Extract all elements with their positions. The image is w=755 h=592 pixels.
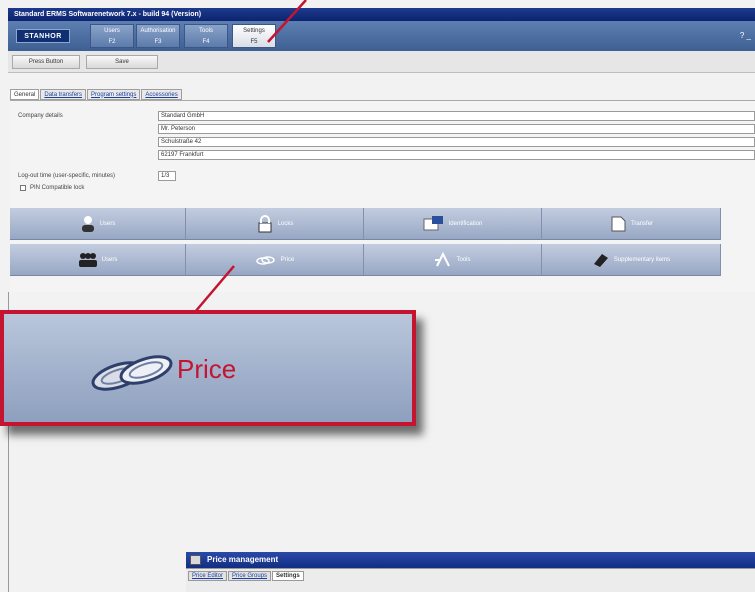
transfer-button[interactable]: Transfer xyxy=(542,208,721,240)
pin-lock-checkbox[interactable] xyxy=(20,185,26,191)
tab-price-groups[interactable]: Price Groups xyxy=(228,571,272,581)
price-management-title: Price management xyxy=(207,555,279,564)
subtab-program-settings[interactable]: Program settings xyxy=(87,89,141,100)
toolbar: Press Button Save xyxy=(8,51,755,73)
tools-button-label: Tools xyxy=(456,256,471,263)
app-header: STANHOR Users F2 Authorisation F3 Tools … xyxy=(8,21,755,51)
window-controls[interactable]: ? _ xyxy=(740,31,751,40)
callout-price-label: Price xyxy=(177,354,237,384)
timeout-input[interactable]: 1/3 xyxy=(158,171,176,181)
settings-subtabs: General Data transfers Program settings … xyxy=(10,89,182,100)
users-group-button-label: Users xyxy=(101,256,118,263)
tab-label: Users xyxy=(104,28,120,34)
supplementary-items-button[interactable]: Supplementary items xyxy=(542,244,721,276)
subtab-data-transfers[interactable]: Data transfers xyxy=(40,89,87,100)
users-button-label: Users xyxy=(99,220,116,227)
user-icon xyxy=(81,215,94,232)
timeout-label: Log-out time (user-specific, minutes) xyxy=(18,173,116,179)
locks-button-label: Locks xyxy=(277,220,294,227)
users-group-icon xyxy=(78,252,97,267)
users-button[interactable]: Users xyxy=(10,208,186,240)
locks-button[interactable]: Locks xyxy=(186,208,364,240)
id-card-icon xyxy=(423,215,443,230)
tab-key: F2 xyxy=(108,39,116,45)
price-management-tabs: Price Editor Price Groups Settings xyxy=(186,568,755,592)
window-title: Standard ERMS Softwarenetwork 7.x - buil… xyxy=(14,11,202,18)
tab-label: Tools xyxy=(198,28,213,34)
company-line-1[interactable]: Standard GmbH xyxy=(158,111,755,121)
tab-label: Settings xyxy=(243,28,265,34)
save-button[interactable]: Save xyxy=(86,55,158,69)
tools-icon xyxy=(435,251,451,266)
lock-icon xyxy=(258,214,272,232)
subtab-accessories[interactable]: Accessories xyxy=(141,89,182,100)
pin-lock-label: PIN Compatible lock xyxy=(30,185,85,191)
price-button[interactable]: Price xyxy=(186,244,364,276)
tab-key: F3 xyxy=(154,39,162,45)
window-title-bar: Standard ERMS Softwarenetwork 7.x - buil… xyxy=(8,8,755,21)
price-button-label: Price xyxy=(280,256,295,263)
tab-tools[interactable]: Tools F4 xyxy=(184,24,228,48)
coins-icon xyxy=(91,355,173,391)
identification-button-label: Identification xyxy=(448,220,483,227)
coins-icon xyxy=(255,255,275,265)
company-label: Company details xyxy=(18,113,63,119)
eraser-icon xyxy=(593,253,608,267)
window-icon xyxy=(190,555,201,565)
company-line-3[interactable]: Schulstraße 42 xyxy=(158,137,755,147)
document-icon xyxy=(611,216,626,231)
tab-users[interactable]: Users F2 xyxy=(90,24,134,48)
price-management-title-bar: Price management xyxy=(186,552,755,568)
company-line-4[interactable]: 62197 Frankfurt xyxy=(158,150,755,160)
price-callout: Price xyxy=(0,310,416,426)
tab-label: Authorisation xyxy=(140,28,176,34)
press-button[interactable]: Press Button xyxy=(12,55,80,69)
tab-key: F5 xyxy=(250,39,258,45)
tab-key: F4 xyxy=(202,39,210,45)
app-logo: STANHOR xyxy=(16,29,70,43)
identification-button[interactable]: Identification xyxy=(364,208,542,240)
tab-price-editor[interactable]: Price Editor xyxy=(188,571,228,581)
supplementary-items-button-label: Supplementary items xyxy=(613,256,671,263)
users-group-button[interactable]: Users xyxy=(10,244,186,276)
subtab-general[interactable]: General xyxy=(10,89,40,100)
company-line-2[interactable]: Mr. Peterson xyxy=(158,124,755,134)
tab-authorisation[interactable]: Authorisation F3 xyxy=(136,24,180,48)
tab-settings[interactable]: Settings F5 xyxy=(232,24,276,48)
tab-price-settings[interactable]: Settings xyxy=(272,571,304,581)
transfer-button-label: Transfer xyxy=(630,220,654,227)
tools-button[interactable]: Tools xyxy=(364,244,542,276)
